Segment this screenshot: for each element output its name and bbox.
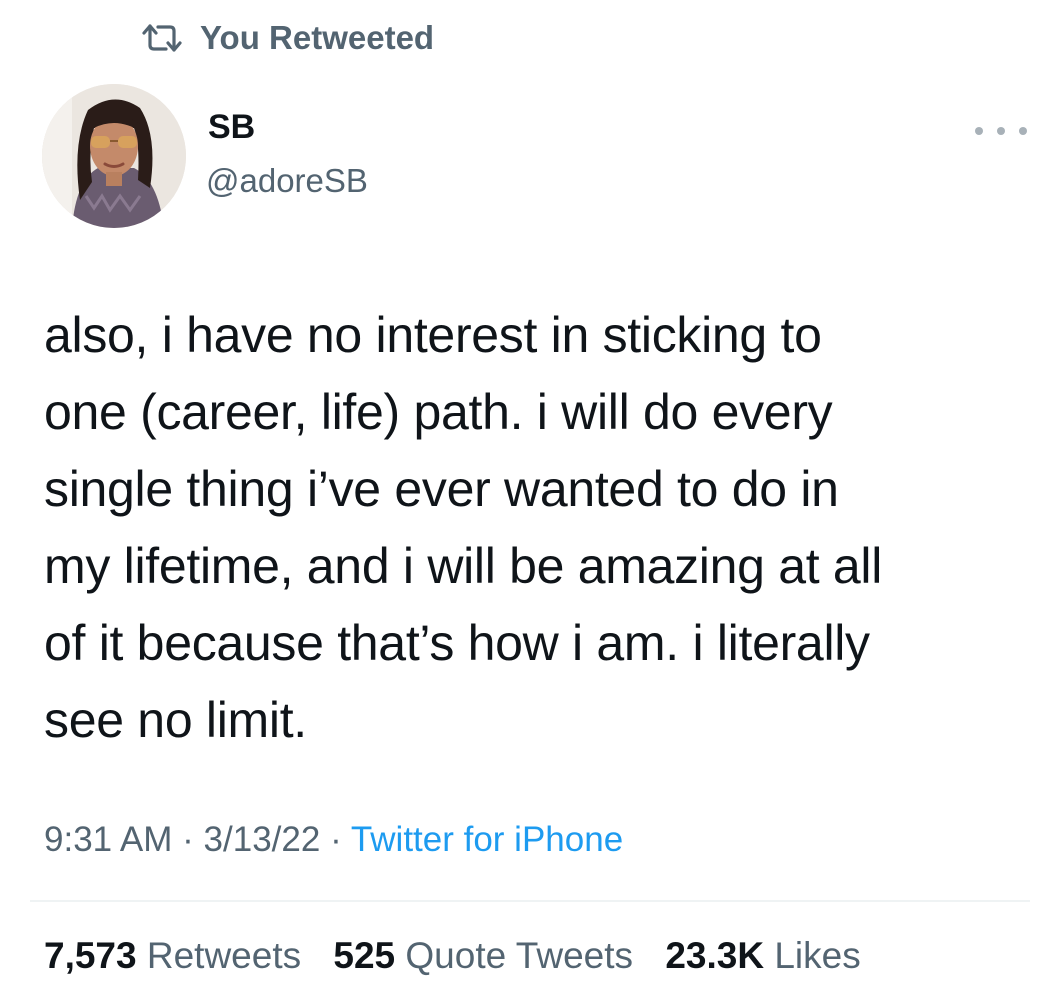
- retweet-icon: [142, 24, 182, 52]
- likes-count: 23.3K: [665, 935, 765, 976]
- author-handle[interactable]: @adoreSB: [206, 162, 368, 200]
- retweet-context[interactable]: You Retweeted: [140, 18, 434, 58]
- more-horizontal-icon-dot: [1019, 127, 1027, 135]
- retweets-count: 7,573: [44, 935, 137, 976]
- more-horizontal-icon: [975, 127, 983, 135]
- likes-stat[interactable]: 23.3K Likes: [665, 935, 860, 976]
- quote-tweets-count: 525: [333, 935, 396, 976]
- avatar-photo: [42, 84, 186, 228]
- divider: [30, 900, 1030, 902]
- retweet-context-label: You Retweeted: [200, 19, 435, 56]
- avatar[interactable]: [42, 84, 186, 228]
- meta-separator: ·: [330, 820, 342, 859]
- retweets-label: Retweets: [146, 935, 302, 976]
- tweet-text: also, i have no interest in sticking to …: [44, 307, 883, 748]
- meta-separator: ·: [182, 820, 194, 859]
- tweet-meta: 9:31 AM · 3/13/22 · Twitter for iPhone: [44, 820, 623, 860]
- tweet-time[interactable]: 9:31 AM: [44, 820, 172, 859]
- tweet-stats: 7,573 Retweets 525 Quote Tweets 23.3K Li…: [44, 935, 883, 977]
- likes-label: Likes: [774, 935, 861, 976]
- more-options-button[interactable]: [975, 116, 1027, 146]
- quote-tweets-label: Quote Tweets: [405, 935, 634, 976]
- more-horizontal-icon-dot: [997, 127, 1005, 135]
- author-display-name[interactable]: SB: [208, 108, 255, 147]
- quote-tweets-stat[interactable]: 525 Quote Tweets: [333, 935, 633, 976]
- retweets-stat[interactable]: 7,573 Retweets: [44, 935, 301, 976]
- tweet-source-link[interactable]: Twitter for iPhone: [351, 820, 623, 859]
- tweet-date[interactable]: 3/13/22: [204, 820, 321, 859]
